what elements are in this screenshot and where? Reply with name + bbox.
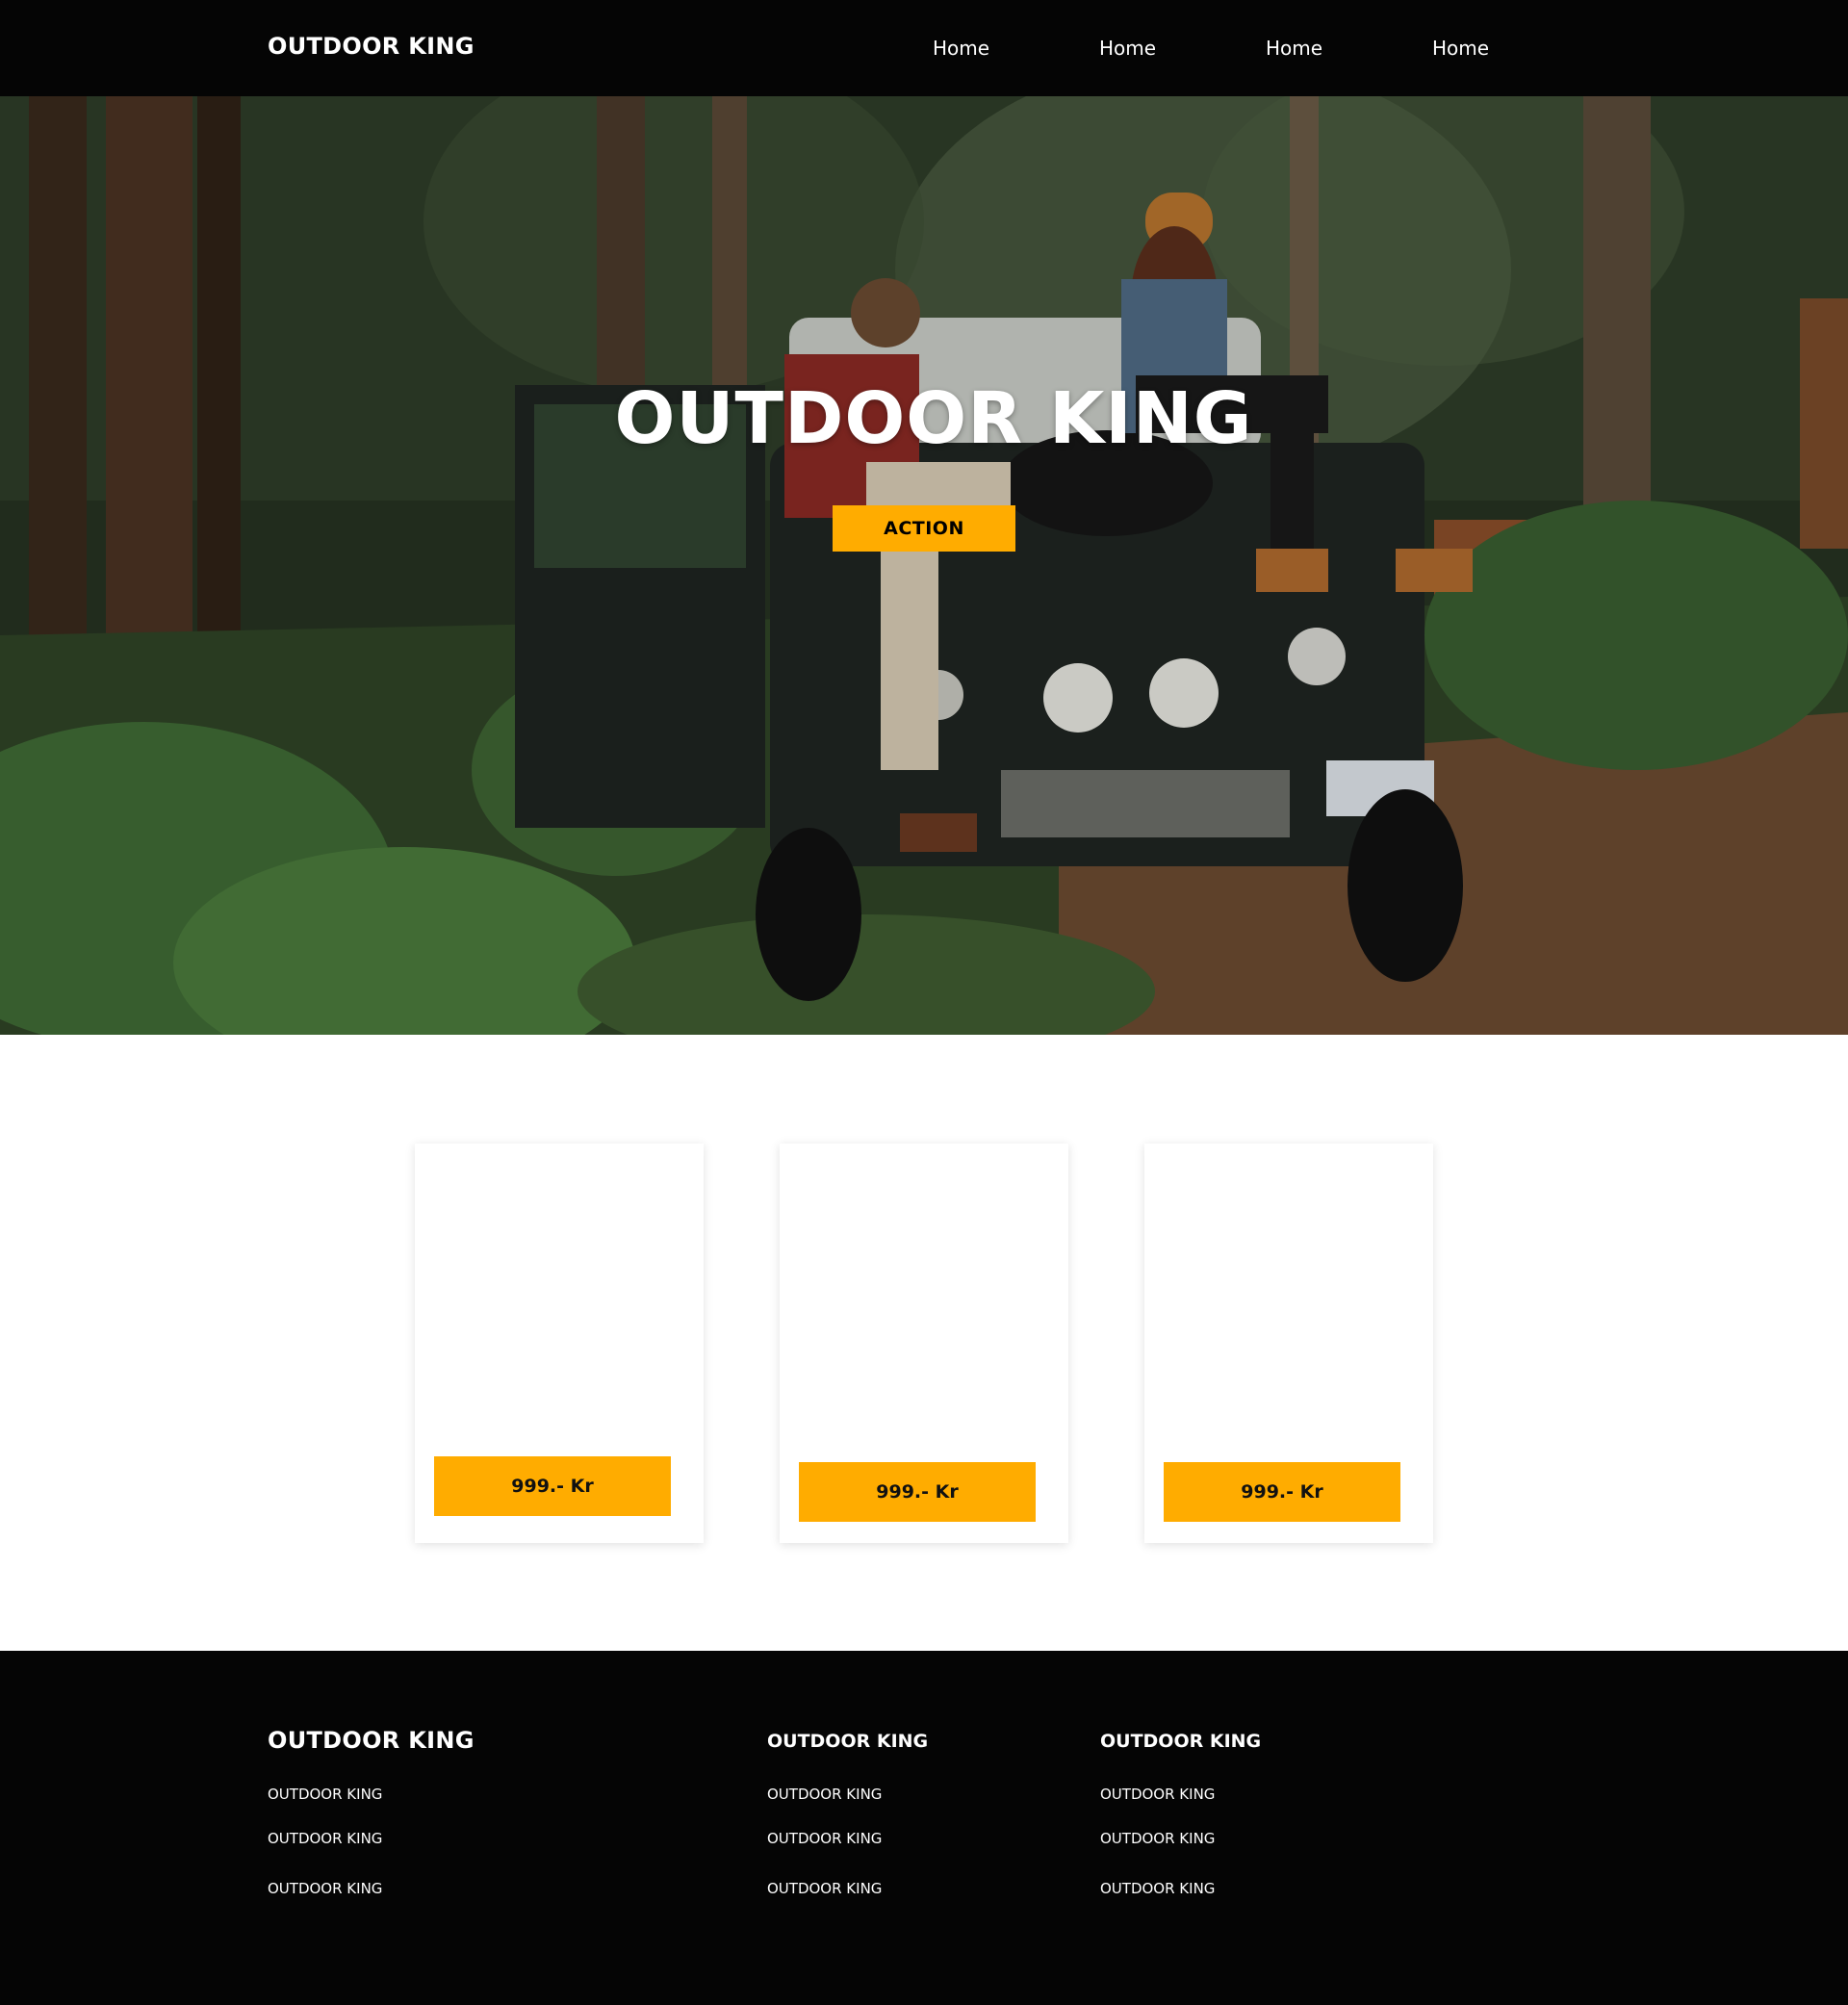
footer-col2-heading: OUTDOOR KING [767, 1731, 929, 1752]
product-card-2[interactable]: 999.- Kr [780, 1144, 1068, 1543]
footer-col2-link-2[interactable]: OUTDOOR KING [767, 1830, 882, 1847]
hero-title: OUTDOOR KING [0, 377, 1848, 460]
footer-col3-heading: OUTDOOR KING [1100, 1731, 1262, 1752]
footer-col3-link-1[interactable]: OUTDOOR KING [1100, 1786, 1215, 1803]
brand-logo[interactable]: OUTDOOR KING [268, 33, 475, 60]
footer-col3-link-3[interactable]: OUTDOOR KING [1100, 1880, 1215, 1897]
nav-link-home-2[interactable]: Home [1099, 37, 1156, 60]
footer-col1-link-2[interactable]: OUTDOOR KING [268, 1830, 382, 1847]
nav-link-home-1[interactable]: Home [933, 37, 989, 60]
footer-col2-link-1[interactable]: OUTDOOR KING [767, 1786, 882, 1803]
price-button-3[interactable]: 999.- Kr [1164, 1462, 1400, 1522]
nav-link-home-3[interactable]: Home [1266, 37, 1322, 60]
price-button-1[interactable]: 999.- Kr [434, 1456, 671, 1516]
hero-background-image [0, 96, 1848, 1035]
site-footer: OUTDOOR KING OUTDOOR KING OUTDOOR KING O… [0, 1651, 1848, 2005]
hero-title-text: OUTDOOR KING [614, 377, 1253, 460]
product-card-1[interactable]: 999.- Kr [415, 1144, 704, 1543]
footer-col2-link-3[interactable]: OUTDOOR KING [767, 1880, 882, 1897]
footer-col1-link-3[interactable]: OUTDOOR KING [268, 1880, 382, 1897]
price-button-2[interactable]: 999.- Kr [799, 1462, 1036, 1522]
action-button[interactable]: ACTION [833, 505, 1015, 552]
footer-col1-link-1[interactable]: OUTDOOR KING [268, 1786, 382, 1803]
top-navbar: OUTDOOR KING Home Home Home Home [0, 0, 1848, 96]
nav-link-home-4[interactable]: Home [1432, 37, 1489, 60]
hero-banner: OUTDOOR KING ACTION [0, 96, 1848, 1035]
footer-col3-link-2[interactable]: OUTDOOR KING [1100, 1830, 1215, 1847]
product-card-3[interactable]: 999.- Kr [1144, 1144, 1433, 1543]
footer-brand: OUTDOOR KING [268, 1727, 475, 1754]
